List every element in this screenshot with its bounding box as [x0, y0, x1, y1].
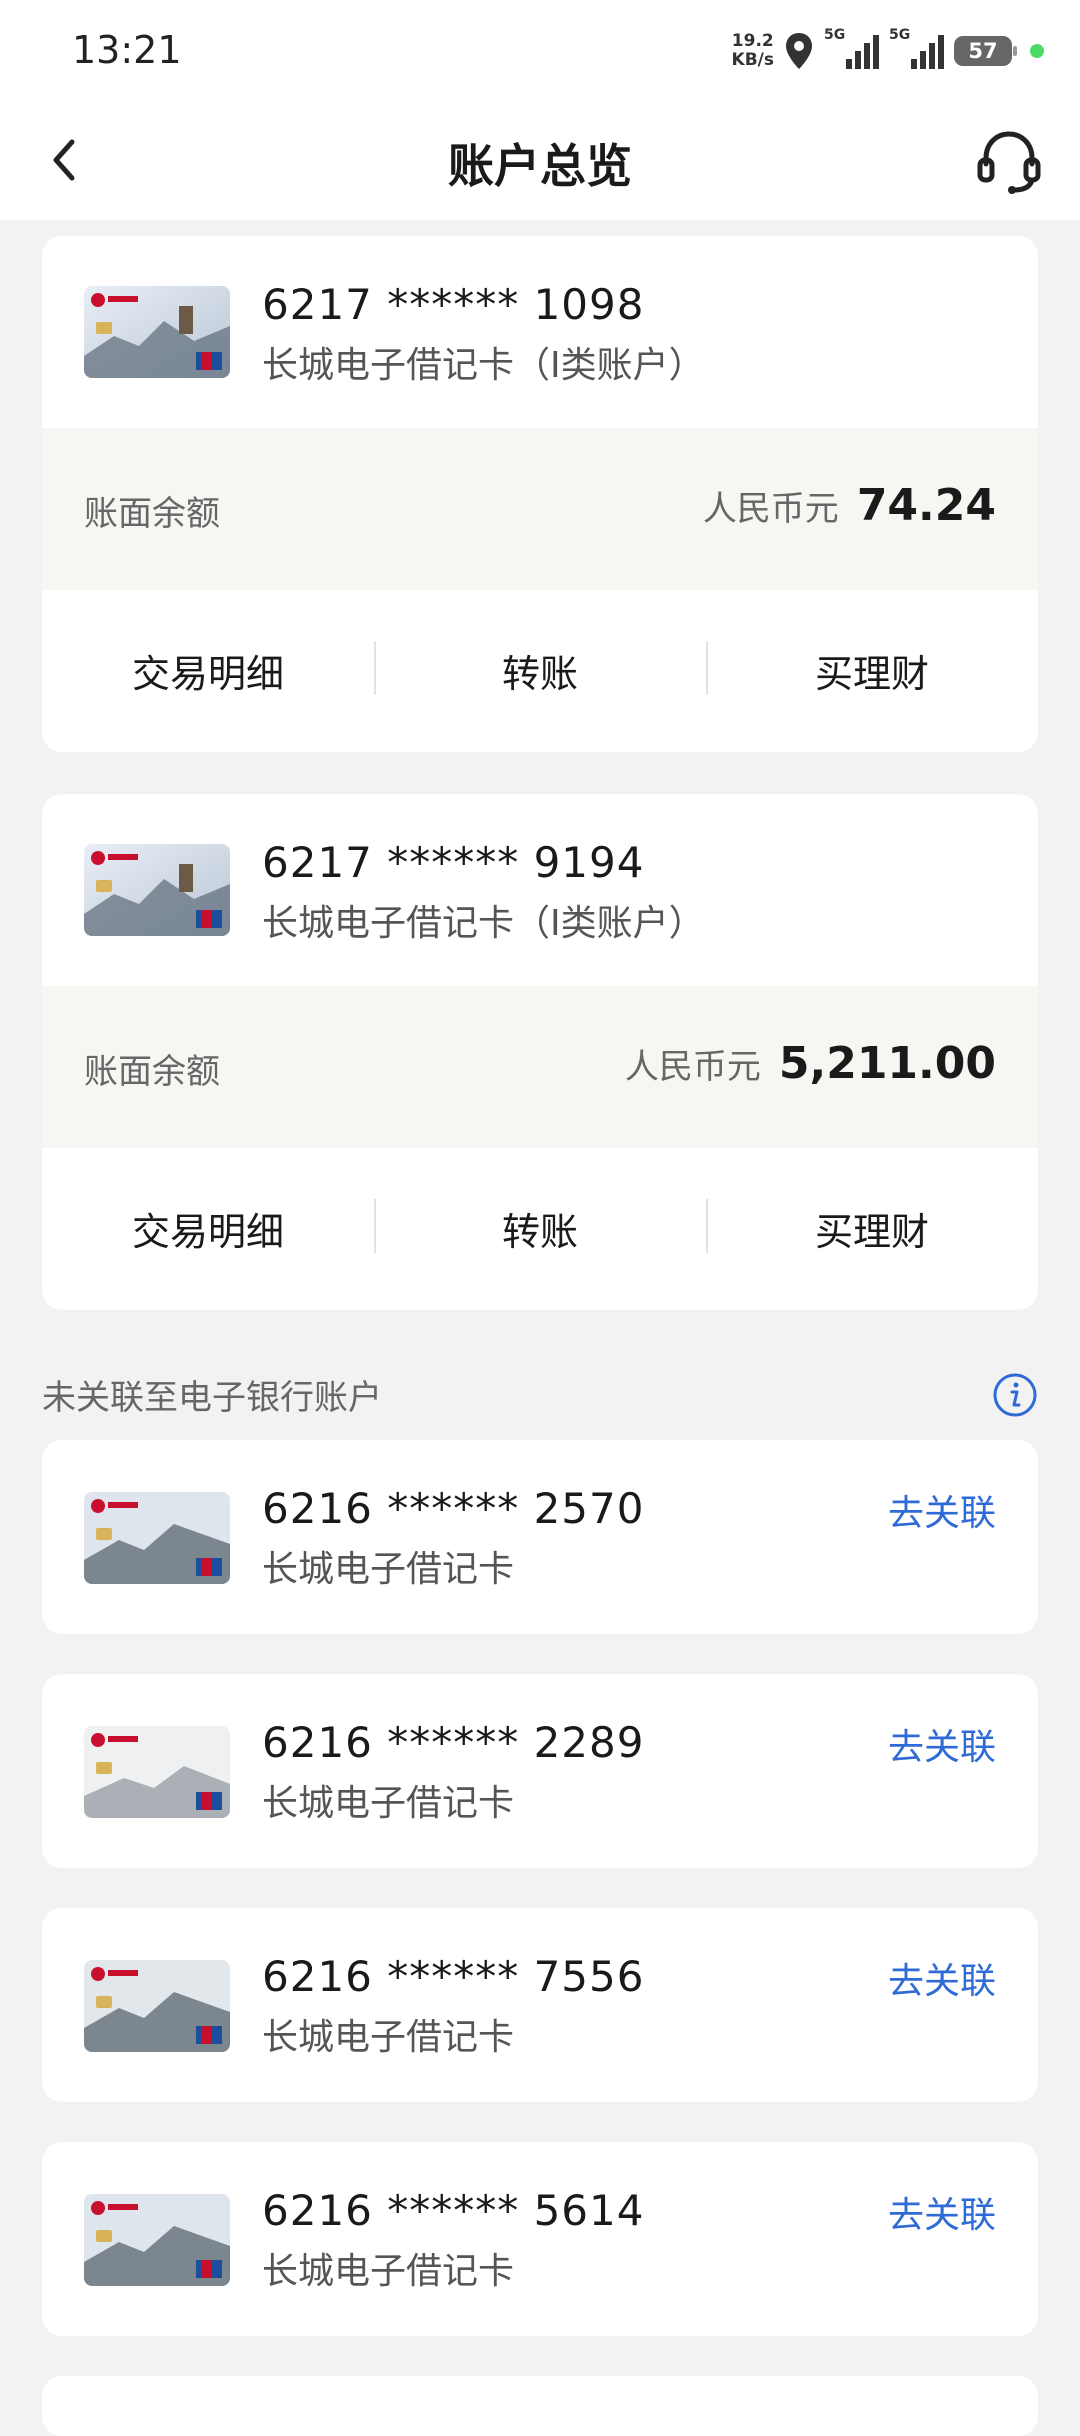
account-card: 6217 ****** 9194 长城电子借记卡（I类账户） 账面余额 人民币元…	[42, 794, 1038, 1310]
balance-amount: 74.24	[856, 480, 996, 531]
status-time: 13:21	[72, 28, 182, 72]
card-number: 6216 ****** 2289	[262, 1718, 645, 1767]
page-title: 账户总览	[448, 139, 632, 193]
account-actions: 交易明细 转账 买理财	[42, 590, 1038, 750]
link-account-button[interactable]: 去关联	[888, 2186, 996, 2238]
bank-card-image	[84, 2194, 230, 2286]
card-number: 6216 ****** 2570	[262, 1484, 645, 1533]
card-type: 长城电子借记卡	[262, 2251, 515, 2292]
balance-label: 账面余额	[84, 1052, 220, 1092]
link-account-button[interactable]: 去关联	[888, 1952, 996, 2004]
card-type: 长城电子借记卡（I类账户）	[262, 345, 705, 386]
card-number: 6216 ****** 7556	[262, 1952, 645, 2001]
card-type: 长城电子借记卡	[262, 1549, 515, 1590]
transfer-button[interactable]: 转账	[374, 1198, 706, 1256]
link-account-button[interactable]: 去关联	[888, 1718, 996, 1770]
card-type: 长城电子借记卡（I类账户）	[262, 903, 705, 944]
balance-amount: 5,211.00	[778, 1038, 996, 1089]
bank-card-image	[84, 1960, 230, 2052]
buy-wealth-button[interactable]: 买理财	[706, 640, 1038, 698]
card-type: 长城电子借记卡	[262, 2017, 515, 2058]
currency-label: 人民币元	[624, 1047, 761, 1087]
unlinked-account-card[interactable]: 6216 ****** 2289 长城电子借记卡 去关联	[42, 1674, 1038, 1868]
status-icons: 19.2 KB/s 5G 5G 57	[732, 24, 1044, 78]
info-icon[interactable]	[992, 1372, 1038, 1418]
status-bar: 13:21 19.2 KB/s 5G 5G 57	[0, 0, 1080, 100]
link-account-button[interactable]: 去关联	[888, 1484, 996, 1536]
unlinked-account-card[interactable]	[42, 2376, 1038, 2436]
card-number: 6217 ****** 1098	[262, 280, 645, 329]
card-type: 长城电子借记卡	[262, 1783, 515, 1824]
currency-label: 人民币元	[702, 489, 839, 529]
bank-card-image	[84, 286, 230, 378]
signal-icon-1: 5G	[824, 27, 879, 69]
transfer-button[interactable]: 转账	[374, 640, 706, 698]
card-number: 6216 ****** 5614	[262, 2186, 645, 2235]
transaction-details-button[interactable]: 交易明细	[42, 1201, 374, 1256]
balance-label: 账面余额	[84, 494, 220, 534]
location-icon	[786, 33, 812, 69]
privacy-indicator-dot	[1030, 44, 1044, 58]
account-card: 6217 ****** 1098 长城电子借记卡（I类账户） 账面余额 人民币元…	[42, 236, 1038, 752]
signal-icon-2: 5G	[889, 27, 944, 69]
network-speed: 19.2 KB/s	[731, 31, 774, 70]
unlinked-account-card[interactable]: 6216 ****** 7556 长城电子借记卡 去关联	[42, 1908, 1038, 2102]
battery-icon: 57	[954, 36, 1017, 66]
buy-wealth-button[interactable]: 买理财	[706, 1198, 1038, 1256]
account-actions: 交易明细 转账 买理财	[42, 1148, 1038, 1308]
customer-service-icon[interactable]	[974, 126, 1044, 196]
nav-bar: 账户总览	[0, 100, 1080, 220]
transaction-details-button[interactable]: 交易明细	[42, 643, 374, 698]
balance-row: 账面余额 人民币元 74.24	[42, 428, 1038, 590]
bank-card-image	[84, 1492, 230, 1584]
balance-row: 账面余额 人民币元 5,211.00	[42, 986, 1038, 1148]
section-title: 未关联至电子银行账户	[42, 1378, 382, 1418]
bank-card-image	[84, 844, 230, 936]
bank-card-image	[84, 1726, 230, 1818]
card-number: 6217 ****** 9194	[262, 838, 645, 887]
unlinked-account-card[interactable]: 6216 ****** 5614 长城电子借记卡 去关联	[42, 2142, 1038, 2336]
unlinked-account-card[interactable]: 6216 ****** 2570 长城电子借记卡 去关联	[42, 1440, 1038, 1634]
